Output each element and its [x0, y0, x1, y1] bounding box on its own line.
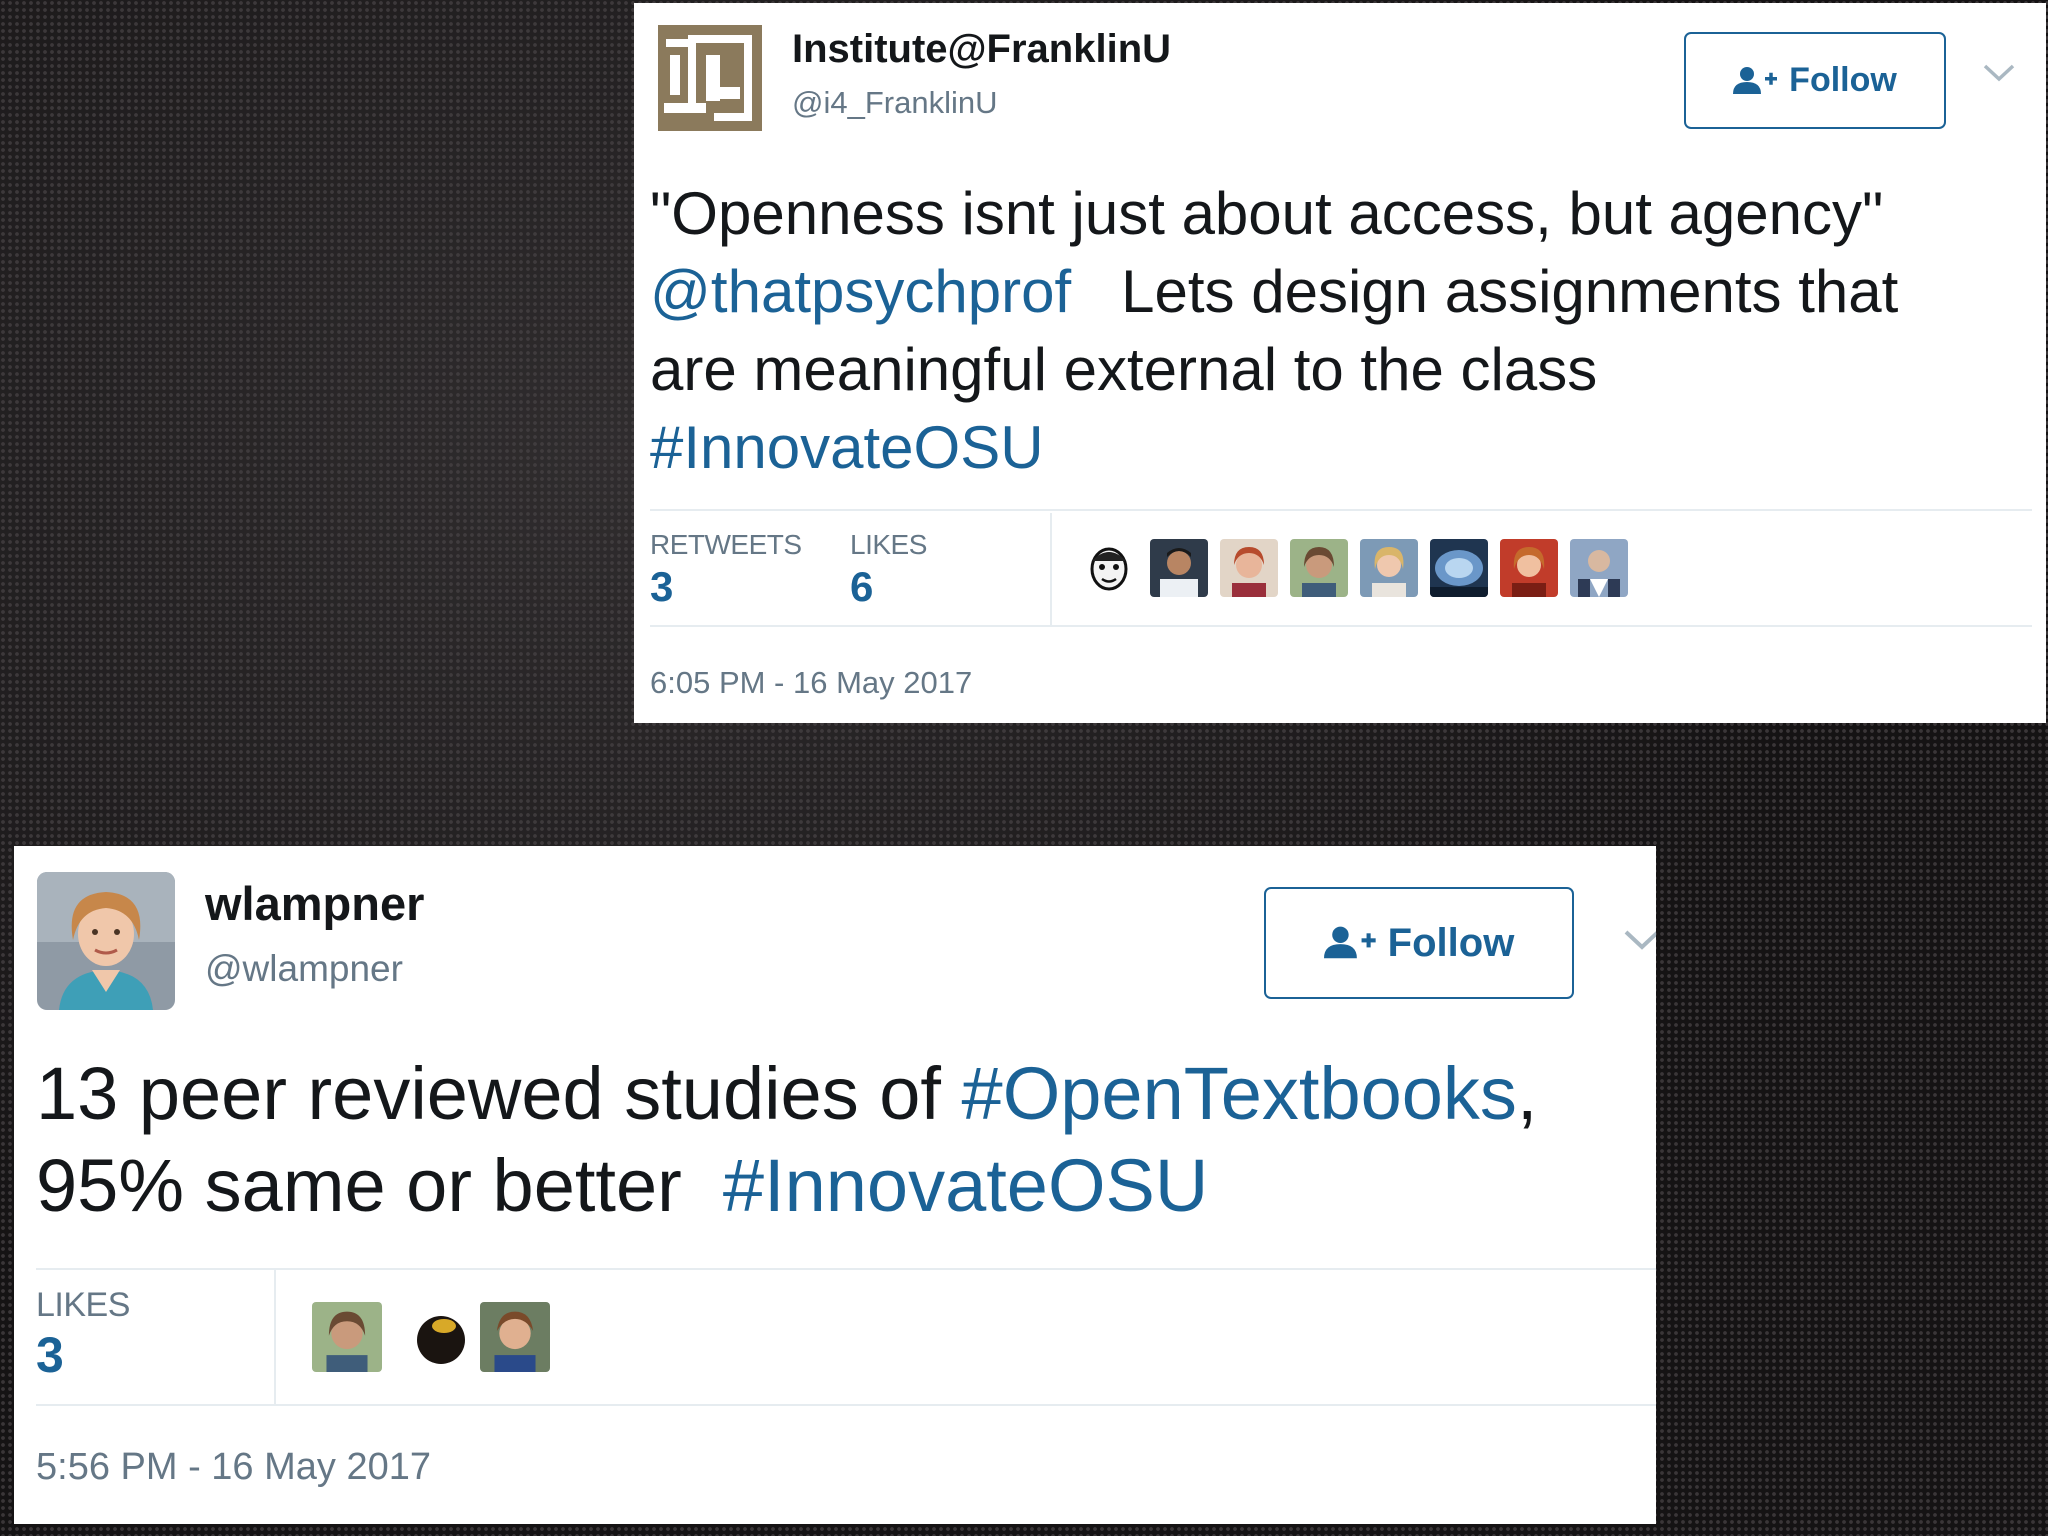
liker-avatar[interactable]: [1220, 539, 1278, 597]
divider: [650, 509, 2032, 511]
tweet-timestamp[interactable]: 5:56 PM - 16 May 2017: [36, 1446, 431, 1489]
author-name[interactable]: Institute@FranklinU: [792, 27, 1171, 72]
likes-count[interactable]: 3: [36, 1326, 64, 1384]
tweet-line: "Openness isnt just about access, but ag…: [650, 180, 1884, 247]
liker-avatar[interactable]: [1080, 539, 1138, 597]
institute-logo-avatar[interactable]: [658, 25, 762, 131]
follow-button[interactable]: Follow: [1264, 887, 1574, 999]
author-handle[interactable]: @i4_FranklinU: [792, 85, 997, 121]
liker-avatar[interactable]: [1360, 539, 1418, 597]
liker-avatar[interactable]: [480, 1302, 550, 1372]
tweet-line: are meaningful external to the class: [650, 336, 1598, 403]
follow-button-label: Follow: [1387, 920, 1515, 965]
tweet-body: "Openness isnt just about access, but ag…: [650, 175, 1898, 487]
follow-button-label: Follow: [1789, 61, 1897, 99]
tweet-line: 95% same or better #InnovateOSU: [36, 1140, 1537, 1232]
follow-person-icon: [1733, 66, 1778, 94]
hashtag-link[interactable]: #OpenTextbooks: [962, 1052, 1517, 1135]
author-handle[interactable]: @wlampner: [205, 948, 403, 990]
tweet-timestamp[interactable]: 6:05 PM - 16 May 2017: [650, 665, 972, 701]
stats-divider: [274, 1270, 276, 1404]
likes-count[interactable]: 6: [850, 563, 873, 611]
tweet-text-segment: ,: [1516, 1052, 1538, 1135]
likes-label[interactable]: LIKES: [36, 1286, 130, 1325]
hashtag-link[interactable]: #InnovateOSU: [650, 409, 1898, 487]
author-avatar[interactable]: [37, 872, 175, 1010]
liker-avatar[interactable]: [406, 1302, 476, 1372]
tweet-text-segment: 95% same or better: [36, 1144, 682, 1227]
mention-link[interactable]: @thatpsychprof: [650, 258, 1071, 325]
author-name[interactable]: wlampner: [205, 876, 424, 931]
liker-avatar[interactable]: [1430, 539, 1488, 597]
tweet-line: @thatpsychprof Lets design assignments t…: [650, 253, 1898, 331]
liker-avatar[interactable]: [1150, 539, 1208, 597]
tweet-card-institute: Institute@FranklinU @i4_FranklinU Follow…: [634, 3, 2046, 723]
tweet-line: 13 peer reviewed studies of #OpenTextboo…: [36, 1048, 1537, 1140]
liker-avatar[interactable]: [1570, 539, 1628, 597]
liker-avatar[interactable]: [312, 1302, 382, 1372]
retweets-count[interactable]: 3: [650, 563, 673, 611]
stats-divider: [1050, 513, 1052, 625]
divider: [650, 625, 2032, 627]
tweet-text-segment: Lets design assignments that: [1121, 258, 1899, 325]
divider: [36, 1268, 1656, 1270]
follow-button[interactable]: Follow: [1684, 32, 1946, 129]
likes-label[interactable]: LIKES: [850, 529, 927, 561]
hashtag-link[interactable]: #InnovateOSU: [723, 1144, 1208, 1227]
divider: [36, 1404, 1656, 1406]
chevron-down-icon[interactable]: [1982, 61, 2016, 85]
tweet-body: 13 peer reviewed studies of #OpenTextboo…: [36, 1048, 1537, 1232]
liker-avatar[interactable]: [1500, 539, 1558, 597]
chevron-down-icon[interactable]: [1622, 926, 1656, 954]
retweets-label[interactable]: RETWEETS: [650, 529, 802, 561]
follow-person-icon: [1323, 926, 1376, 959]
tweet-card-wlampner: wlampner @wlampner Follow 13 peer review…: [14, 846, 1656, 1524]
liker-avatar[interactable]: [1290, 539, 1348, 597]
tweet-text-segment: 13 peer reviewed studies of: [36, 1052, 941, 1135]
